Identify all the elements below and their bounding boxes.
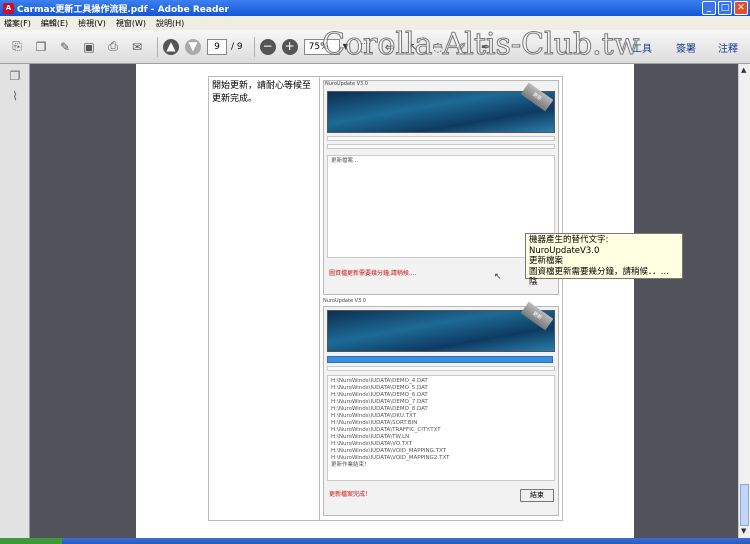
log-line: H:\NuroWinds\IUDATA\VOID_MAPPING2.TXT: [331, 455, 450, 461]
zoom-out-icon[interactable]: −: [259, 38, 276, 55]
mouse-cursor-icon: ↖: [494, 272, 502, 282]
tooltip-line: 機器產生的替代文字: NuroUpdateV3.0: [529, 235, 609, 256]
tooltip-line: 更新檔案: [529, 256, 564, 266]
zoom-input[interactable]: 75%: [303, 38, 340, 55]
combine-files-icon[interactable]: ❐: [32, 38, 50, 56]
next-page-icon[interactable]: ▼: [185, 38, 201, 55]
tools-tab[interactable]: 工具: [632, 40, 652, 55]
progress-strip: [327, 144, 555, 149]
navigation-pane: ❐ ⌇: [0, 64, 30, 538]
menu-bar: 檔案(F) 編輯(E) 檢視(V) 視窗(W) 說明(H): [0, 16, 750, 30]
start-button[interactable]: [0, 538, 62, 544]
comment-tab[interactable]: 注釋: [718, 40, 738, 55]
chevron-down-icon[interactable]: ▼: [343, 42, 349, 51]
adobe-reader-icon: A: [3, 2, 14, 14]
tooltip-line: 陰: [529, 277, 538, 287]
page-number-input[interactable]: 9: [207, 38, 227, 55]
end-button[interactable]: 結束: [520, 489, 554, 502]
log-line: H:\NuroWinds\IUDATA\DEMO_4.DAT: [331, 378, 428, 384]
log-line: 更新作業結束！: [331, 462, 370, 468]
taskbar: [0, 538, 750, 544]
toolbar-separator: [253, 36, 255, 57]
email-icon[interactable]: ✉: [128, 38, 146, 56]
status-log: 更新檔案...: [327, 155, 555, 258]
menu-edit[interactable]: 編輯(E): [41, 18, 68, 29]
scroll-up-icon[interactable]: ▲: [741, 66, 746, 74]
menu-help[interactable]: 說明(H): [156, 18, 184, 29]
log-line: H:\NuroWinds\IUDATA\SORT.BIN: [331, 420, 418, 426]
red-complete-message: 更新檔案完成！: [329, 491, 372, 498]
select-tool-icon[interactable]: ↖: [405, 38, 423, 56]
toolbar-separator: [157, 36, 158, 57]
log-line: H:\NuroWinds\IUDATA\DEMO_6.DAT: [331, 392, 428, 398]
progress-bar: [327, 356, 553, 363]
maximize-button[interactable]: □: [718, 1, 732, 15]
alt-text-tooltip: 機器產生的替代文字: NuroUpdateV3.0 更新檔案 圖資檔更新需要幾分…: [525, 233, 683, 287]
window-title: Carmax更新工具操作流程.pdf - Adobe Reader: [17, 4, 229, 15]
progress-strip: [327, 366, 555, 371]
create-pdf-icon[interactable]: ⎘: [8, 38, 26, 56]
comment-bubble-icon[interactable]: ◌: [429, 38, 447, 56]
minimize-button[interactable]: _: [702, 1, 716, 15]
screenshot-title: NuroUpdate V3.0: [325, 81, 368, 87]
sign-tab[interactable]: 簽署: [676, 40, 696, 55]
status-text: 更新檔案...: [331, 158, 359, 164]
log-line: H:\NuroWinds\IUDATA\VOID_MAPPING.TXT: [331, 448, 447, 454]
zoom-in-icon[interactable]: +: [281, 38, 298, 55]
fit-width-icon[interactable]: ⇔: [381, 38, 399, 56]
title-bar: A Carmax更新工具操作流程.pdf - Adobe Reader _ □ …: [0, 0, 750, 16]
log-line: H:\NuroWinds\IUDATA\DKU.TXT: [331, 413, 417, 419]
step-description: 開始更新，請耐心等候至更新完成。: [212, 81, 312, 104]
previous-page-icon[interactable]: ▲: [163, 38, 179, 55]
scroll-thumb[interactable]: [740, 484, 749, 526]
menu-view[interactable]: 檢視(V): [78, 18, 106, 29]
menu-window[interactable]: 視窗(W): [116, 18, 146, 29]
vertical-scrollbar[interactable]: ▲ ▼: [738, 64, 750, 538]
tooltip-line: 圖資檔更新需要幾分鐘，請稍候．．...: [529, 266, 669, 277]
toolbar: ⎘ ❐ ✎ ▣ ⎙ ✉ ▲ ▼ 9 / 9 − + 75% ▼ ⬚ ⇔ ↖ ◌ …: [0, 30, 750, 64]
edit-icon[interactable]: ✎: [56, 38, 74, 56]
progress-strip: [327, 136, 555, 141]
table-divider: [319, 77, 320, 520]
page-total: / 9: [231, 41, 243, 52]
nuroupdate-banner: 更新: [327, 301, 555, 352]
log-line: H:\NuroWinds\IUDATA\TW.LN: [331, 434, 410, 440]
nuroupdate-banner: 更新: [327, 82, 555, 133]
attachment-paperclip-icon[interactable]: ⌇: [7, 88, 23, 104]
highlight-icon[interactable]: ✐: [453, 38, 471, 56]
update-log: H:\NuroWinds\IUDATA\DEMO_4.DAT H:\NuroWi…: [327, 375, 555, 481]
scroll-down-icon[interactable]: ▼: [741, 527, 746, 535]
log-line: H:\NuroWinds\IUDATA\TRAFFIC_CITY.TXT: [331, 427, 441, 433]
menu-file[interactable]: 檔案(F): [4, 18, 31, 29]
close-button[interactable]: ✕: [734, 1, 748, 15]
log-line: H:\NuroWinds\IUDATA\DEMO_8.DAT: [331, 406, 428, 412]
fit-page-icon[interactable]: ⬚: [357, 38, 375, 56]
log-line: H:\NuroWinds\IUDATA\DEMO_5.DAT: [331, 385, 428, 391]
page-thumbnails-icon[interactable]: ❐: [7, 68, 23, 84]
log-line: H:\NuroWinds\IUDATA\DEMO_7.DAT: [331, 399, 428, 405]
sign-pen-icon[interactable]: ✒: [477, 38, 495, 56]
log-line: H:\NuroWinds\IUDATA\VO.TXT: [331, 441, 413, 447]
screenshot-title: NuroUpdate V3.0: [323, 298, 366, 304]
save-icon[interactable]: ▣: [80, 38, 98, 56]
window-controls: _ □ ✕: [702, 1, 748, 15]
print-icon[interactable]: ⎙: [104, 38, 122, 56]
red-status-message: 圖資檔更新需要幾分鐘,請稍候....: [329, 270, 417, 277]
